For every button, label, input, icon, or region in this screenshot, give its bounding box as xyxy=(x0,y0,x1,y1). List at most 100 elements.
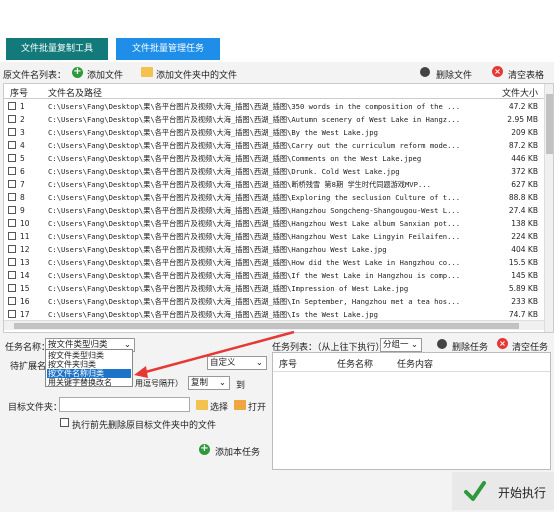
to-label: 到 xyxy=(236,381,246,391)
table-row[interactable]: 8 C:\Users\Fang\Desktop\果\各平台图片及视频\大海_插图\… xyxy=(4,191,544,204)
row-size: 233 KB xyxy=(511,297,538,306)
row-checkbox[interactable] xyxy=(8,180,16,188)
horizontal-scrollbar[interactable] xyxy=(4,320,544,330)
table-row[interactable]: 12 C:\Users\Fang\Desktop\果\各平台图片及视频\大海_插图… xyxy=(4,243,544,256)
row-checkbox[interactable] xyxy=(8,219,16,227)
start-execute-button[interactable]: 开始执行 xyxy=(452,472,554,510)
task-name-label: 任务名称： xyxy=(5,343,51,353)
table-row[interactable]: 2 C:\Users\Fang\Desktop\果\各平台图片及视频\大海_插图\… xyxy=(4,113,544,126)
dropdown-option[interactable]: 用关键字替换改名 xyxy=(47,378,131,387)
delete-before-checkbox[interactable] xyxy=(60,418,69,427)
delete-icon xyxy=(420,67,430,77)
comma-hint: 用逗号隔开） xyxy=(135,379,183,388)
group-select[interactable]: 分组一 ⌄ xyxy=(380,338,422,352)
row-checkbox[interactable] xyxy=(8,206,16,214)
tab-batch-copy-tool[interactable]: 文件批量复制工具 xyxy=(6,38,108,60)
folder-icon xyxy=(141,67,153,77)
row-checkbox[interactable] xyxy=(8,284,16,292)
open-button[interactable]: 打开 xyxy=(248,400,266,413)
dropdown-option-selected[interactable]: 按文件名称归类 xyxy=(47,369,131,378)
row-size: 27.4 KB xyxy=(508,206,538,215)
table-row[interactable]: 7 C:\Users\Fang\Desktop\果\各平台图片及视频\大海_插图\… xyxy=(4,178,544,191)
delete-file-button[interactable]: 删除文件 xyxy=(436,68,472,81)
row-path: C:\Users\Fang\Desktop\果\各平台图片及视频\大海_插图\西… xyxy=(48,102,461,111)
row-path: C:\Users\Fang\Desktop\果\各平台图片及视频\大海_插图\西… xyxy=(48,284,409,293)
table-row[interactable]: 3 C:\Users\Fang\Desktop\果\各平台图片及视频\大海_插图\… xyxy=(4,126,544,139)
table-row[interactable]: 4 C:\Users\Fang\Desktop\果\各平台图片及视频\大海_插图\… xyxy=(4,139,544,152)
row-checkbox[interactable] xyxy=(8,167,16,175)
row-no: 3 xyxy=(20,128,25,137)
task-col-name: 任务名称 xyxy=(337,360,374,370)
row-size: 372 KB xyxy=(511,167,538,176)
dropdown-option[interactable]: 按文件夹归类 xyxy=(47,360,131,369)
row-checkbox[interactable] xyxy=(8,154,16,162)
row-size: 145 KB xyxy=(511,271,538,280)
scroll-thumb[interactable] xyxy=(14,323,519,329)
dropdown-option[interactable]: 按文件类型归类 xyxy=(47,351,131,360)
row-path: C:\Users\Fang\Desktop\果\各平台图片及视频\大海_插图\西… xyxy=(48,180,431,189)
row-path: C:\Users\Fang\Desktop\果\各平台图片及视频\大海_插图\西… xyxy=(48,232,461,241)
tab-batch-manage-task[interactable]: 文件批量管理任务 xyxy=(116,38,220,60)
row-no: 10 xyxy=(20,219,30,228)
add-task-button[interactable]: 添加本任务 xyxy=(215,445,260,458)
row-path: C:\Users\Fang\Desktop\果\各平台图片及视频\大海_插图\西… xyxy=(48,206,461,215)
row-checkbox[interactable] xyxy=(8,271,16,279)
add-file-button[interactable]: 添加文件 xyxy=(87,68,123,81)
row-size: 47.2 KB xyxy=(508,102,538,111)
chevron-down-icon: ⌄ xyxy=(255,358,263,368)
target-folder-input[interactable] xyxy=(59,397,190,412)
clear-icon: × xyxy=(497,338,508,349)
group-value: 分组一 xyxy=(383,340,409,350)
row-path: C:\Users\Fang\Desktop\果\各平台图片及视频\大海_插图\西… xyxy=(48,154,422,163)
table-row[interactable]: 5 C:\Users\Fang\Desktop\果\各平台图片及视频\大海_插图\… xyxy=(4,152,544,165)
clear-icon: × xyxy=(492,66,503,77)
row-no: 9 xyxy=(20,206,25,215)
row-checkbox[interactable] xyxy=(8,102,16,110)
row-checkbox[interactable] xyxy=(8,232,16,240)
row-size: 446 KB xyxy=(511,154,538,163)
vertical-scrollbar[interactable] xyxy=(544,84,553,332)
row-no: 8 xyxy=(20,193,25,202)
row-path: C:\Users\Fang\Desktop\果\各平台图片及视频\大海_插图\西… xyxy=(48,115,461,124)
task-col-content: 任务内容 xyxy=(397,360,434,370)
row-checkbox[interactable] xyxy=(8,258,16,266)
row-path: C:\Users\Fang\Desktop\果\各平台图片及视频\大海_插图\西… xyxy=(48,245,387,254)
row-path: C:\Users\Fang\Desktop\果\各平台图片及视频\大海_插图\西… xyxy=(48,167,400,176)
table-row[interactable]: 14 C:\Users\Fang\Desktop\果\各平台图片及视频\大海_插图… xyxy=(4,269,544,282)
table-row[interactable]: 15 C:\Users\Fang\Desktop\果\各平台图片及视频\大海_插图… xyxy=(4,282,544,295)
row-checkbox[interactable] xyxy=(8,193,16,201)
row-checkbox[interactable] xyxy=(8,115,16,123)
copy-select[interactable]: 复制 ⌄ xyxy=(188,376,230,390)
row-size: 15.5 KB xyxy=(508,258,538,267)
table-row[interactable]: 1 C:\Users\Fang\Desktop\果\各平台图片及视频\大海_插图\… xyxy=(4,100,544,113)
row-no: 4 xyxy=(20,141,25,150)
add-folder-files-button[interactable]: 添加文件夹中的文件 xyxy=(156,68,237,81)
row-checkbox[interactable] xyxy=(8,297,16,305)
row-checkbox[interactable] xyxy=(8,128,16,136)
target-folder-label: 目标文件夹： xyxy=(8,403,63,413)
table-row[interactable]: 11 C:\Users\Fang\Desktop\果\各平台图片及视频\大海_插图… xyxy=(4,230,544,243)
table-row[interactable]: 16 C:\Users\Fang\Desktop\果\各平台图片及视频\大海_插图… xyxy=(4,295,544,308)
row-no: 7 xyxy=(20,180,25,189)
table-row[interactable]: 10 C:\Users\Fang\Desktop\果\各平台图片及视频\大海_插图… xyxy=(4,217,544,230)
table-row[interactable]: 9 C:\Users\Fang\Desktop\果\各平台图片及视频\大海_插图\… xyxy=(4,204,544,217)
table-row[interactable]: 6 C:\Users\Fang\Desktop\果\各平台图片及视频\大海_插图\… xyxy=(4,165,544,178)
col-header-path: 文件名及路径 xyxy=(48,89,103,99)
table-row[interactable]: 13 C:\Users\Fang\Desktop\果\各平台图片及视频\大海_插图… xyxy=(4,256,544,269)
task-list-table: 序号 任务名称 任务内容 xyxy=(272,352,551,470)
row-path: C:\Users\Fang\Desktop\果\各平台图片及视频\大海_插图\西… xyxy=(48,128,378,137)
custom-select[interactable]: 自定义 ⌄ xyxy=(207,356,267,370)
row-size: 88.8 KB xyxy=(508,193,538,202)
scroll-thumb[interactable] xyxy=(546,94,553,154)
start-execute-label: 开始执行 xyxy=(498,486,547,500)
row-checkbox[interactable] xyxy=(8,310,16,318)
row-checkbox[interactable] xyxy=(8,141,16,149)
clear-table-button[interactable]: 清空表格 xyxy=(508,68,544,81)
choose-button[interactable]: 选择 xyxy=(210,400,228,413)
row-path: C:\Users\Fang\Desktop\果\各平台图片及视频\大海_插图\西… xyxy=(48,141,461,150)
row-size: 627 KB xyxy=(511,180,538,189)
row-checkbox[interactable] xyxy=(8,245,16,253)
row-path: C:\Users\Fang\Desktop\果\各平台图片及视频\大海_插图\西… xyxy=(48,193,461,202)
row-size: 5.89 KB xyxy=(508,284,538,293)
custom-value: 自定义 xyxy=(210,358,236,368)
